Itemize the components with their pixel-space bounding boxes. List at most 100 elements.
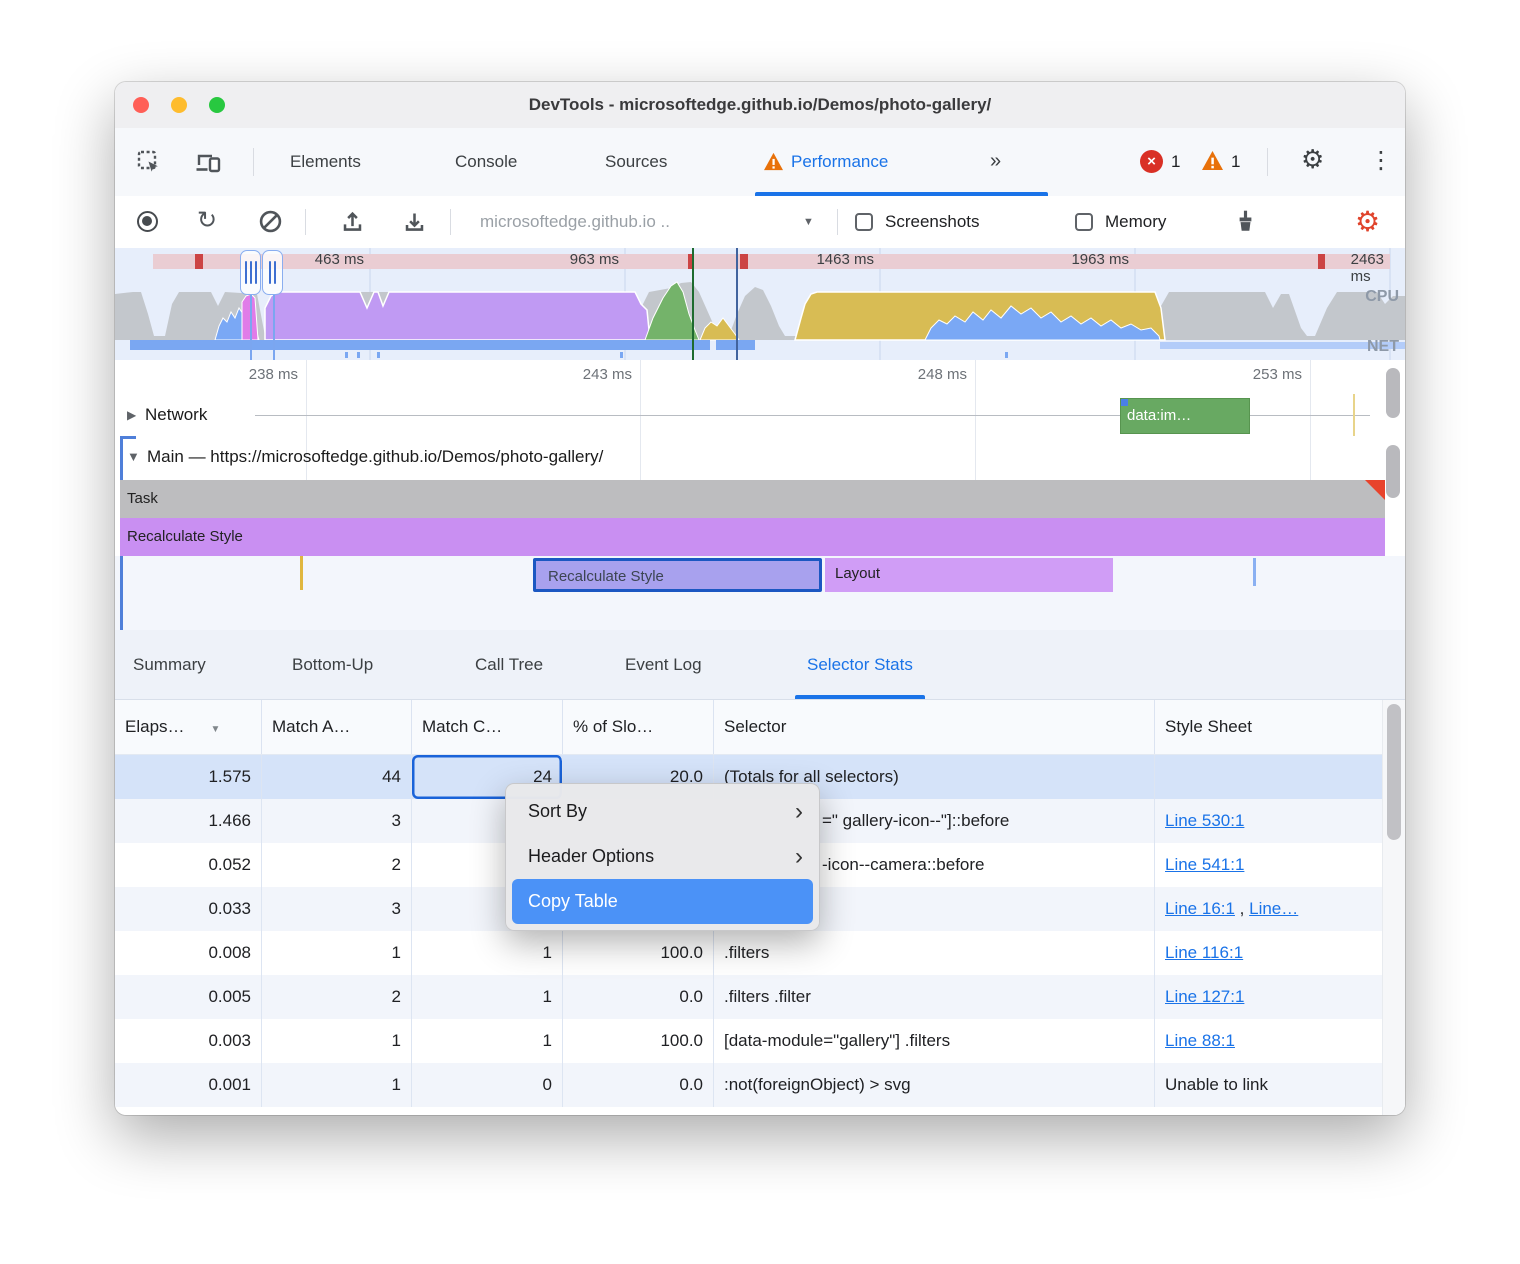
tab-call-tree[interactable]: Call Tree — [475, 630, 543, 699]
table-scrollbar[interactable] — [1382, 700, 1405, 1115]
cell-match_attempts[interactable]: 2 — [262, 975, 412, 1019]
warning-count[interactable]: 1 — [1231, 128, 1240, 195]
timeline-overview[interactable]: 463 ms 963 ms 1463 ms 1963 ms 2463 ms CP… — [115, 248, 1405, 360]
kebab-menu-icon[interactable]: ⋮ — [1369, 146, 1393, 175]
recalculate-style-event-bar[interactable]: Recalculate Style — [120, 518, 1385, 556]
error-badge-icon[interactable]: × — [1140, 150, 1163, 173]
layout-event-bar[interactable]: Layout — [825, 558, 1113, 592]
inspect-element-icon[interactable] — [137, 150, 161, 179]
more-tabs-icon[interactable]: » — [990, 128, 1001, 195]
style-sheet-link[interactable]: Line 541:1 — [1165, 855, 1244, 874]
column-header-style-sheet[interactable]: Style Sheet — [1155, 700, 1383, 754]
cell-pct_slow[interactable]: 0.0 — [563, 975, 714, 1019]
network-request-bar[interactable]: data:im… — [1120, 398, 1250, 434]
column-header-match-attempts[interactable]: Match A… — [262, 700, 412, 754]
cell-style_sheet[interactable]: Unable to link — [1155, 1063, 1383, 1107]
download-profile-icon[interactable] — [403, 210, 426, 238]
cell-elapsed[interactable]: 0.052 — [115, 843, 262, 887]
column-header-selector[interactable]: Selector — [714, 700, 1155, 754]
cell-match_count[interactable]: 0 — [412, 1063, 563, 1107]
cell-match_attempts[interactable]: 44 — [262, 755, 412, 799]
cell-match_count[interactable]: 1 — [412, 1019, 563, 1063]
cell-style_sheet[interactable]: Line 530:1 — [1155, 799, 1383, 843]
reload-and-record-icon[interactable]: ↻ — [197, 206, 217, 235]
cell-match_attempts[interactable]: 3 — [262, 799, 412, 843]
cell-style_sheet[interactable] — [1155, 755, 1383, 799]
page-select[interactable]: microsoftedge.github.io .. — [480, 196, 670, 248]
main-track-label[interactable]: Main — https://microsoftedge.github.io/D… — [147, 436, 603, 478]
tab-event-log[interactable]: Event Log — [625, 630, 702, 699]
style-sheet-link[interactable]: Line 530:1 — [1165, 811, 1244, 830]
tab-selector-stats[interactable]: Selector Stats — [807, 630, 913, 699]
cell-pct_slow[interactable]: 100.0 — [563, 931, 714, 975]
column-header-pct-slow[interactable]: % of Slo… — [563, 700, 714, 754]
tab-performance[interactable]: Performance — [763, 128, 888, 195]
cell-selector[interactable]: .filters — [714, 931, 1155, 975]
memory-label[interactable]: Memory — [1105, 196, 1166, 248]
cell-elapsed[interactable]: 0.005 — [115, 975, 262, 1019]
cell-match_attempts[interactable]: 3 — [262, 887, 412, 931]
menu-item-sort-by[interactable]: Sort By › — [512, 789, 813, 834]
selection-right-handle[interactable] — [262, 250, 283, 295]
column-header-elapsed[interactable]: Elaps…▼ — [115, 700, 262, 754]
table-scrollbar-thumb[interactable] — [1387, 704, 1401, 840]
upload-profile-icon[interactable] — [341, 210, 364, 238]
record-button[interactable] — [137, 211, 158, 232]
cell-elapsed[interactable]: 1.466 — [115, 799, 262, 843]
network-track-label[interactable]: Network — [145, 394, 207, 436]
settings-gear-icon[interactable]: ⚙ — [1301, 144, 1324, 175]
cell-match_attempts[interactable]: 2 — [262, 843, 412, 887]
column-header-match-count[interactable]: Match C… — [412, 700, 563, 754]
cell-style_sheet[interactable]: Line 88:1 — [1155, 1019, 1383, 1063]
cell-style_sheet[interactable]: Line 16:1 , Line… — [1155, 887, 1383, 931]
tab-bottom-up[interactable]: Bottom-Up — [292, 630, 373, 699]
cell-style_sheet[interactable]: Line 127:1 — [1155, 975, 1383, 1019]
screenshots-label[interactable]: Screenshots — [885, 196, 980, 248]
flame-scrollbar-thumb[interactable] — [1386, 368, 1400, 418]
style-sheet-link[interactable]: Line… — [1249, 899, 1298, 918]
cell-elapsed[interactable]: 0.003 — [115, 1019, 262, 1063]
cell-match_count[interactable]: 1 — [412, 931, 563, 975]
table-row[interactable]: 0.001100.0:not(foreignObject) > svgUnabl… — [115, 1063, 1405, 1107]
garbage-collect-icon[interactable] — [1233, 209, 1258, 240]
warning-badge-icon[interactable] — [1201, 150, 1224, 176]
menu-item-copy-table[interactable]: Copy Table — [512, 879, 813, 924]
cell-elapsed[interactable]: 0.033 — [115, 887, 262, 931]
table-row[interactable]: 0.005210.0.filters .filter Line 127:1 — [115, 975, 1405, 1019]
performance-settings-gear-icon[interactable]: ⚙ — [1355, 205, 1380, 238]
cell-pct_slow[interactable]: 0.0 — [563, 1063, 714, 1107]
main-collapse-icon[interactable]: ▼ — [127, 436, 140, 478]
cell-elapsed[interactable]: 0.001 — [115, 1063, 262, 1107]
cell-selector[interactable]: .filters .filter — [714, 975, 1155, 1019]
cell-match_attempts[interactable]: 1 — [262, 931, 412, 975]
style-sheet-link[interactable]: Line 127:1 — [1165, 987, 1244, 1006]
clear-icon[interactable] — [259, 210, 282, 238]
network-expand-icon[interactable]: ▶ — [127, 394, 136, 436]
memory-checkbox[interactable] — [1075, 213, 1093, 231]
cell-elapsed[interactable]: 1.575 — [115, 755, 262, 799]
error-count[interactable]: 1 — [1171, 128, 1180, 195]
style-sheet-link[interactable]: Line 116:1 — [1165, 943, 1243, 962]
cell-style_sheet[interactable]: Line 116:1 — [1155, 931, 1383, 975]
selection-left-handle[interactable] — [240, 250, 261, 295]
style-sheet-link[interactable]: Line 16:1 — [1165, 899, 1235, 918]
task-event-bar[interactable]: Task — [120, 480, 1385, 518]
device-toolbar-icon[interactable] — [195, 150, 221, 179]
cell-match_attempts[interactable]: 1 — [262, 1019, 412, 1063]
screenshots-checkbox[interactable] — [855, 213, 873, 231]
flame-scrollbar-thumb[interactable] — [1386, 445, 1400, 498]
cell-style_sheet[interactable]: Line 541:1 — [1155, 843, 1383, 887]
tab-console[interactable]: Console — [455, 128, 517, 195]
flame-chart[interactable]: 238 ms 243 ms 248 ms 253 ms ▶ Network da… — [115, 360, 1405, 630]
style-sheet-link[interactable]: Line 88:1 — [1165, 1031, 1235, 1050]
cell-match_count[interactable]: 1 — [412, 975, 563, 1019]
tab-summary[interactable]: Summary — [133, 630, 206, 699]
cell-elapsed[interactable]: 0.008 — [115, 931, 262, 975]
menu-item-header-options[interactable]: Header Options › — [512, 834, 813, 879]
cell-match_attempts[interactable]: 1 — [262, 1063, 412, 1107]
cell-selector[interactable]: :not(foreignObject) > svg — [714, 1063, 1155, 1107]
table-row[interactable]: 0.00311100.0[data-module="gallery"] .fil… — [115, 1019, 1405, 1063]
table-row[interactable]: 0.00811100.0.filtersLine 116:1 — [115, 931, 1405, 975]
selected-event-recalculate-style[interactable]: Recalculate Style — [533, 558, 822, 592]
cell-pct_slow[interactable]: 100.0 — [563, 1019, 714, 1063]
